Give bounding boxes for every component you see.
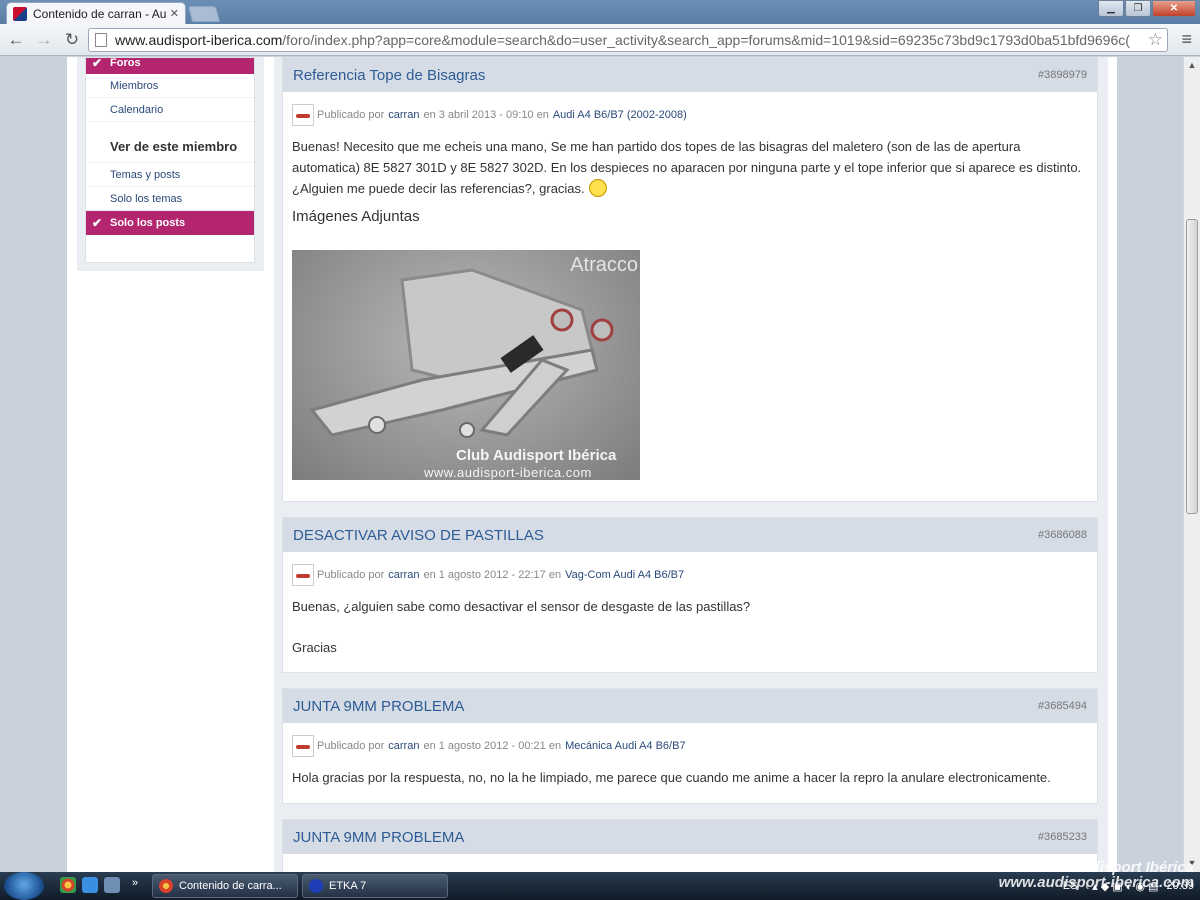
internet-explorer-icon[interactable] <box>82 877 98 893</box>
results-column: Referencia Tope de Bisagras #3898979 Pub… <box>274 57 1108 872</box>
post-card: Referencia Tope de Bisagras #3898979 Pub… <box>282 57 1098 502</box>
post-title-link[interactable]: Referencia Tope de Bisagras <box>293 67 485 84</box>
post-card: DESACTIVAR AVISO DE PASTILLAS #3686088 P… <box>282 517 1098 673</box>
page-content: ✔ Foros Miembros Calendario Ver de este m… <box>67 57 1117 872</box>
image-logo: Atracco <box>570 254 638 276</box>
post-date: en 3 abril 2013 - 09:10 en <box>423 109 549 121</box>
forum-link[interactable]: Audi A4 B6/B7 (2002-2008) <box>553 109 687 121</box>
post-card: JUNTA 9MM PROBLEMA #3685233 <box>282 819 1098 872</box>
avatar[interactable] <box>292 104 314 126</box>
post-date: en 1 agosto 2012 - 00:21 en <box>423 740 562 752</box>
menu-icon[interactable]: ≡ <box>1181 29 1192 50</box>
smiley-icon <box>588 179 607 197</box>
tab-title: Contenido de carran - Au <box>33 6 166 21</box>
post-title-link[interactable]: DESACTIVAR AVISO DE PASTILLAS <box>293 527 544 544</box>
chrome-icon <box>159 879 173 893</box>
sidebar-item-solo-posts[interactable]: ✔ Solo los posts <box>86 211 254 235</box>
sidebar-heading: Ver de este miembro <box>86 122 254 163</box>
window-controls: ▁ ❐ ✕ <box>1098 0 1196 17</box>
post-body: Hola gracias por la respuesta, no, no la… <box>292 770 1051 785</box>
post-id-link[interactable]: #3685233 <box>1038 831 1087 843</box>
post-body-text: Buenas! Necesito que me echeis una mano,… <box>292 139 1082 196</box>
post-id-link[interactable]: #3686088 <box>1038 529 1087 541</box>
quicklaunch-chevron-icon[interactable]: » <box>132 877 142 893</box>
start-button[interactable] <box>4 872 44 900</box>
taskbar-item-chrome[interactable]: Contenido de carra... <box>152 874 298 898</box>
new-tab-button[interactable] <box>187 6 221 22</box>
sidebar-container: ✔ Foros Miembros Calendario Ver de este m… <box>77 57 264 271</box>
sidebar: ✔ Foros Miembros Calendario Ver de este m… <box>85 57 255 263</box>
author-link[interactable]: carran <box>388 740 419 752</box>
show-desktop-icon[interactable] <box>104 877 120 893</box>
checkmark-icon: ✔ <box>92 216 103 230</box>
attachments-heading: Imágenes Adjuntas <box>292 208 420 225</box>
post-meta: Publicado por carran en 1 agosto 2012 - … <box>283 723 1097 757</box>
browser-tab[interactable]: Contenido de carran - Au ✕ <box>6 2 186 24</box>
scroll-up-arrow-icon[interactable]: ▲ <box>1184 57 1200 74</box>
back-arrow-icon[interactable]: ← <box>4 28 28 52</box>
maximize-button[interactable]: ❐ <box>1125 0 1151 17</box>
avatar[interactable] <box>292 735 314 757</box>
forum-link[interactable]: Vag-Com Audi A4 B6/B7 <box>565 569 684 581</box>
scroll-thumb[interactable] <box>1186 219 1198 514</box>
close-window-button[interactable]: ✕ <box>1152 0 1196 17</box>
url-host: www.audisport-iberica.com <box>115 32 283 48</box>
post-id-link[interactable]: #3898979 <box>1038 69 1087 81</box>
bookmark-star-icon[interactable]: ☆ <box>1144 30 1163 50</box>
task-label: ETKA 7 <box>329 880 367 892</box>
checkmark-icon: ✔ <box>92 57 103 70</box>
browser-tab-strip: Contenido de carran - Au ✕ ▁ ❐ ✕ <box>0 0 1200 24</box>
image-watermark: Club Audisport Ibérica <box>456 447 617 464</box>
meta-label: Publicado por <box>317 569 385 581</box>
sidebar-item-foros[interactable]: ✔ Foros <box>86 57 254 74</box>
page-icon <box>95 33 107 47</box>
author-link[interactable]: carran <box>388 109 419 121</box>
page-viewport: ✔ Foros Miembros Calendario Ver de este m… <box>0 57 1200 872</box>
chrome-icon[interactable] <box>60 877 76 893</box>
author-link[interactable]: carran <box>388 569 419 581</box>
attachment-image[interactable]: Atracco Club Audisport Ibérica www.audis… <box>292 250 640 480</box>
post-body: Gracias <box>292 640 337 655</box>
meta-label: Publicado por <box>317 109 385 121</box>
image-url-text: www.audisport-iberica.com <box>424 465 592 480</box>
post-date: en 1 agosto 2012 - 22:17 en <box>423 569 562 581</box>
post-body: Buenas, ¿alguien sabe como desactivar el… <box>292 599 751 614</box>
close-tab-icon[interactable]: ✕ <box>170 7 179 20</box>
post-title-link[interactable]: JUNTA 9MM PROBLEMA <box>293 829 464 846</box>
sidebar-item-solo-temas[interactable]: Solo los temas <box>86 187 254 211</box>
post-header: Referencia Tope de Bisagras #3898979 <box>283 58 1097 92</box>
forward-arrow-icon[interactable]: → <box>32 28 56 52</box>
avatar[interactable] <box>292 564 314 586</box>
page-scrollbar[interactable]: ▲ ▼ <box>1183 57 1200 872</box>
etka-icon <box>309 879 323 893</box>
sidebar-item-miembros[interactable]: Miembros <box>86 74 254 98</box>
forum-link[interactable]: Mecánica Audi A4 B6/B7 <box>565 740 685 752</box>
sidebar-item-temas-y-posts[interactable]: Temas y posts <box>86 163 254 187</box>
taskbar-item-etka[interactable]: ETKA 7 <box>302 874 448 898</box>
post-body: Buenas! Necesito que me echeis una mano,… <box>283 126 1097 199</box>
site-favicon-icon <box>13 6 27 21</box>
post-title-link[interactable]: JUNTA 9MM PROBLEMA <box>293 698 464 715</box>
post-header: JUNTA 9MM PROBLEMA #3685233 <box>283 820 1097 854</box>
screenshot-watermark: Club Audisport Ibérica www.audisport-ibe… <box>999 860 1194 890</box>
minimize-button[interactable]: ▁ <box>1098 0 1124 17</box>
post-header: JUNTA 9MM PROBLEMA #3685494 <box>283 689 1097 723</box>
reload-icon[interactable]: ↻ <box>60 28 84 52</box>
sidebar-item-calendario[interactable]: Calendario <box>86 98 254 122</box>
post-id-link[interactable]: #3685494 <box>1038 700 1087 712</box>
task-label: Contenido de carra... <box>179 880 282 892</box>
meta-label: Publicado por <box>317 740 385 752</box>
post-meta: Publicado por carran en 1 agosto 2012 - … <box>283 552 1097 586</box>
watermark-url: www.audisport-iberica.com <box>998 874 1194 891</box>
post-meta: Publicado por carran en 3 abril 2013 - 0… <box>283 92 1097 126</box>
browser-toolbar: ← → ↻ www.audisport-iberica.com/foro/ind… <box>0 24 1200 56</box>
url-path: /foro/index.php?app=core&module=search&d… <box>282 32 1130 48</box>
post-card: JUNTA 9MM PROBLEMA #3685494 Publicado po… <box>282 688 1098 804</box>
hinge-photo-icon <box>309 268 614 438</box>
sidebar-item-label: Solo los posts <box>110 217 186 229</box>
address-bar[interactable]: www.audisport-iberica.com/foro/index.php… <box>88 28 1168 52</box>
sidebar-item-label: Foros <box>110 57 141 69</box>
post-header: DESACTIVAR AVISO DE PASTILLAS #3686088 <box>283 518 1097 552</box>
